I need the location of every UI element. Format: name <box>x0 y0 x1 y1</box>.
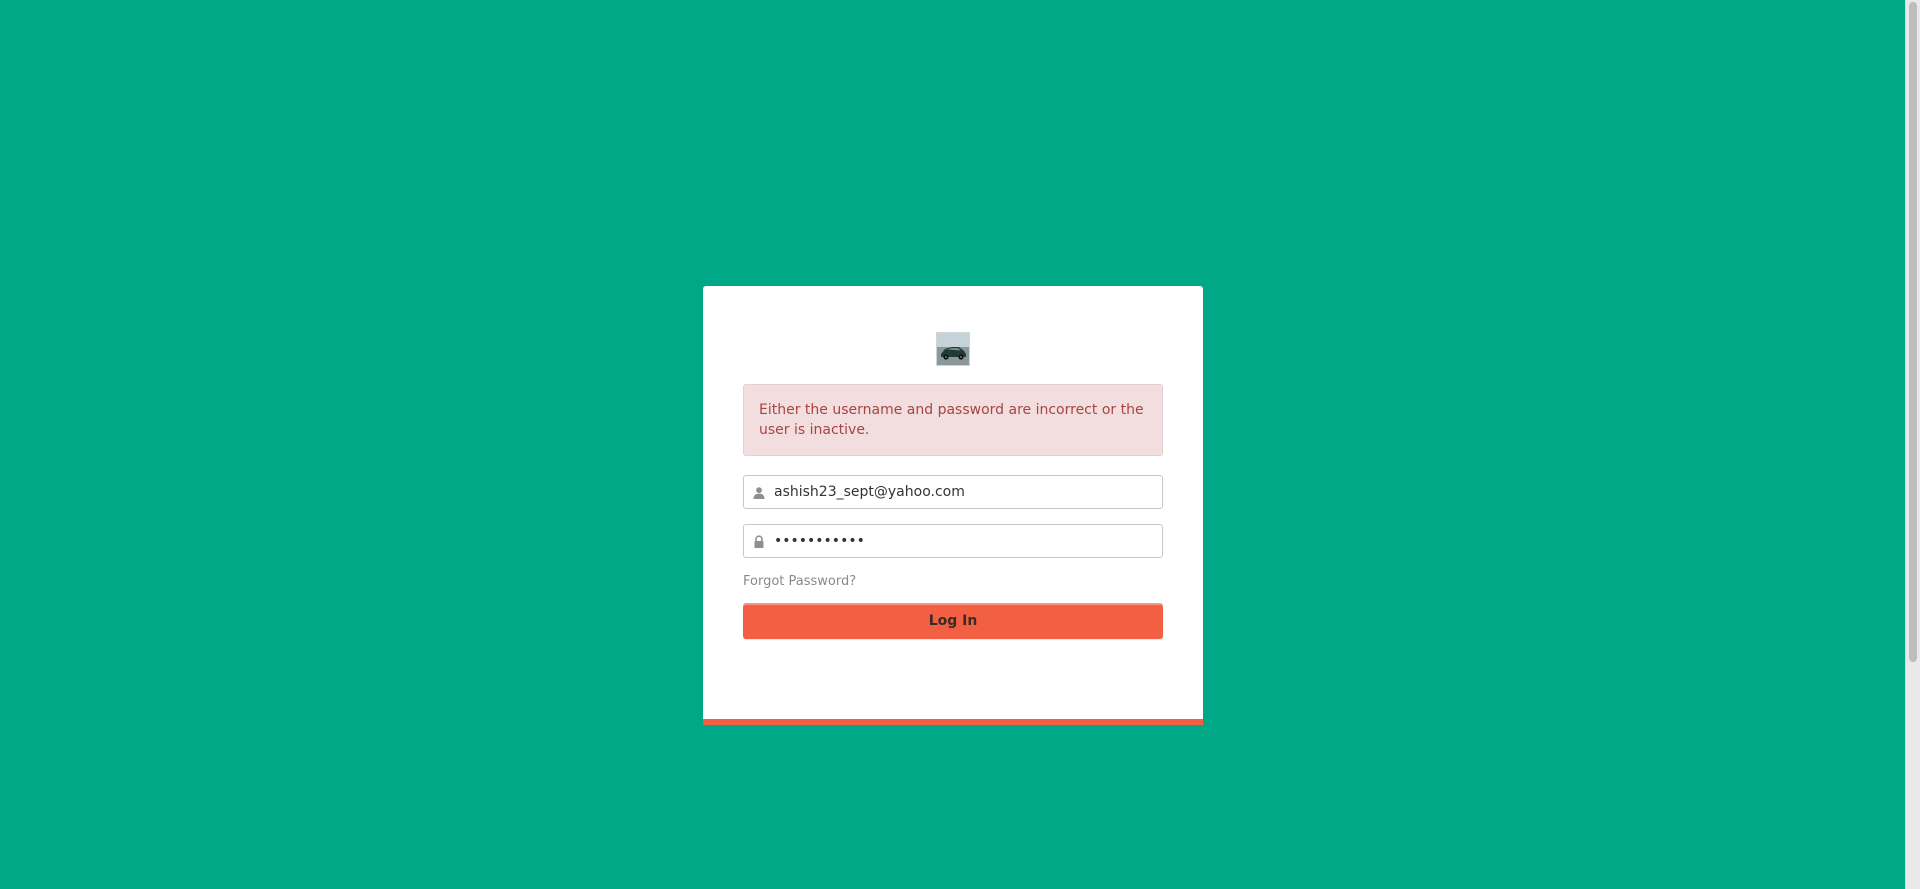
error-alert: Either the username and password are inc… <box>743 384 1163 456</box>
vertical-scrollbar[interactable] <box>1905 0 1920 889</box>
username-value: ashish23_sept@yahoo.com <box>774 484 965 500</box>
card-accent-bar <box>703 719 1203 725</box>
lock-icon <box>752 534 766 548</box>
user-icon <box>752 485 766 499</box>
username-field[interactable]: ashish23_sept@yahoo.com <box>743 475 1163 509</box>
forgot-password-link[interactable]: Forgot Password? <box>743 574 856 589</box>
error-alert-message: Either the username and password are inc… <box>759 402 1144 438</box>
scrollbar-thumb[interactable] <box>1909 2 1917 662</box>
password-field[interactable]: ••••••••••• <box>743 524 1163 558</box>
login-card: Either the username and password are inc… <box>703 286 1203 725</box>
car-logo-icon <box>936 332 970 366</box>
password-value: ••••••••••• <box>774 533 865 549</box>
login-button[interactable]: Log In <box>743 603 1163 639</box>
